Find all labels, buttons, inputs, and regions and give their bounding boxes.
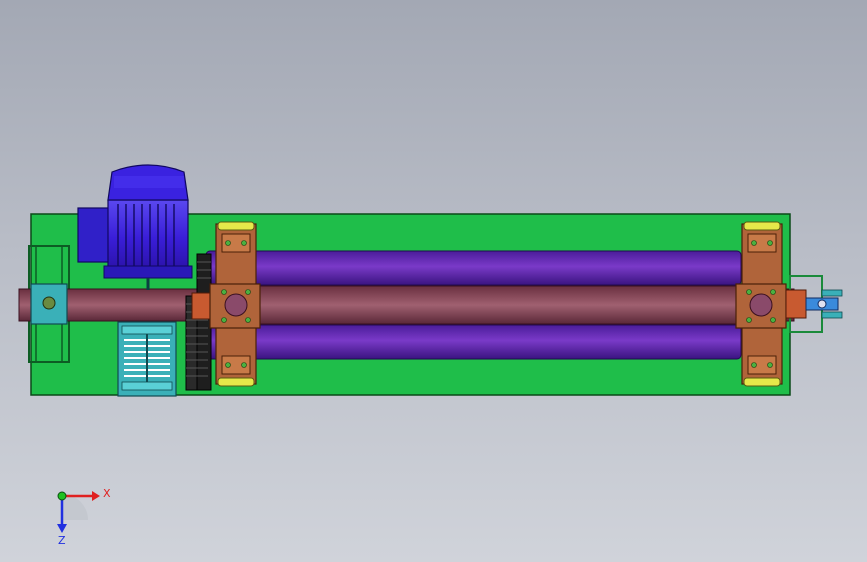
left-bearing-block[interactable] bbox=[209, 221, 261, 387]
center-roller[interactable] bbox=[205, 285, 742, 325]
left-bearing-hub-icon bbox=[42, 296, 56, 310]
left-shaft-bearing[interactable] bbox=[30, 283, 68, 325]
lower-roller[interactable] bbox=[205, 324, 742, 360]
z-axis-label: Z bbox=[58, 534, 66, 547]
rolling-machine-model[interactable]: X Z bbox=[0, 0, 867, 562]
x-axis-label: X bbox=[103, 487, 111, 500]
gearbox[interactable] bbox=[117, 321, 177, 397]
left-bearing-bore-icon bbox=[224, 293, 248, 317]
y-axis-origin-icon bbox=[57, 491, 67, 501]
right-bearing-block[interactable] bbox=[735, 221, 787, 387]
right-end-mechanism[interactable] bbox=[785, 275, 843, 333]
coordinate-triad: X Z bbox=[57, 487, 111, 547]
3d-model-viewport[interactable]: X Z bbox=[0, 0, 867, 562]
right-bearing-bore-icon bbox=[749, 293, 773, 317]
upper-roller[interactable] bbox=[205, 250, 742, 286]
